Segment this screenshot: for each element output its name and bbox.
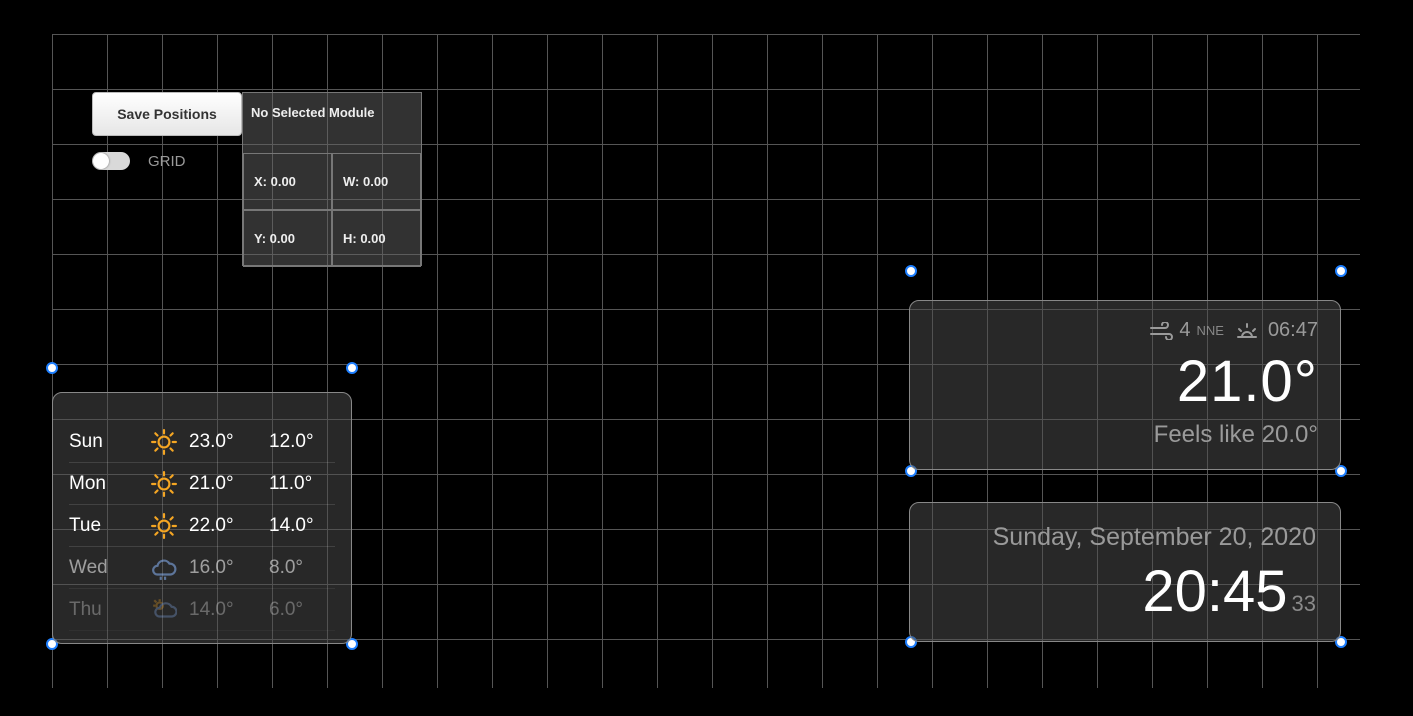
forecast-high: 22.0° (189, 515, 269, 537)
clock-module[interactable]: Sunday, September 20, 2020 20:45 33 (909, 502, 1341, 642)
weather-icon (139, 429, 189, 455)
save-positions-button[interactable]: Save Positions (92, 92, 242, 136)
forecast-low: 12.0° (269, 431, 335, 453)
info-y: Y: 0.00 (243, 210, 332, 267)
forecast-row: Tue 22.0°14.0° (69, 505, 335, 547)
clock-time: 20:45 (1142, 558, 1287, 625)
feels-like: Feels like 20.0° (932, 421, 1318, 449)
editor-stage: Save Positions GRID No Selected Module X… (0, 0, 1413, 716)
weather-icon (139, 471, 189, 497)
current-temperature: 21.0° (932, 348, 1318, 415)
clock-time-row: 20:45 33 (934, 558, 1316, 625)
forecast-low: 14.0° (269, 515, 335, 537)
clock-date: Sunday, September 20, 2020 (934, 523, 1316, 552)
wind-direction: NNE (1196, 323, 1223, 338)
wind-icon (1149, 322, 1173, 340)
forecast-high: 16.0° (189, 557, 269, 579)
forecast-low: 6.0° (269, 599, 335, 621)
forecast-handle-tl[interactable] (46, 362, 58, 374)
forecast-row: Wed 16.0°8.0° (69, 547, 335, 589)
forecast-row: Sun 23.0°12.0° (69, 421, 335, 463)
current-top-row: 4 NNE 06:47 (932, 319, 1318, 342)
weather-icon (139, 597, 189, 623)
sunrise-block: 06:47 (1234, 319, 1318, 342)
sunrise-icon (1234, 321, 1260, 341)
forecast-day: Mon (69, 473, 139, 495)
forecast-low: 8.0° (269, 557, 335, 579)
selected-module-info: No Selected Module X: 0.00 W: 0.00 Y: 0.… (242, 92, 422, 266)
forecast-row: Mon 21.0°11.0° (69, 463, 335, 505)
forecast-low: 11.0° (269, 473, 335, 495)
weather-icon (139, 555, 189, 581)
info-grid: X: 0.00 W: 0.00 Y: 0.00 H: 0.00 (243, 153, 421, 267)
info-x: X: 0.00 (243, 153, 332, 210)
weather-icon (139, 513, 189, 539)
current-handle-tl[interactable] (905, 265, 917, 277)
forecast-module[interactable]: Sun23.0°12.0°Mon21.0°11.0°Tue22.0°14.0°W… (52, 392, 352, 644)
controls-panel: Save Positions GRID (92, 92, 242, 170)
clock-seconds: 33 (1292, 591, 1316, 617)
forecast-high: 21.0° (189, 473, 269, 495)
forecast-row: Thu 14.0°6.0° (69, 589, 335, 631)
sunrise-time: 06:47 (1268, 319, 1318, 342)
forecast-day: Tue (69, 515, 139, 537)
forecast-high: 14.0° (189, 599, 269, 621)
grid-toggle[interactable] (92, 152, 130, 170)
forecast-day: Thu (69, 599, 139, 621)
wind-block: 4 NNE (1149, 319, 1224, 342)
wind-speed: 4 (1179, 319, 1190, 342)
grid-toggle-label: GRID (148, 153, 186, 170)
info-title: No Selected Module (243, 93, 421, 153)
current-handle-tr[interactable] (1335, 265, 1347, 277)
info-h: H: 0.00 (332, 210, 421, 267)
forecast-handle-tr[interactable] (346, 362, 358, 374)
info-w: W: 0.00 (332, 153, 421, 210)
forecast-day: Wed (69, 557, 139, 579)
forecast-high: 23.0° (189, 431, 269, 453)
current-weather-module[interactable]: 4 NNE 06:47 21.0° Feels like 20.0° (909, 300, 1341, 470)
grid-toggle-row: GRID (92, 152, 242, 170)
forecast-day: Sun (69, 431, 139, 453)
